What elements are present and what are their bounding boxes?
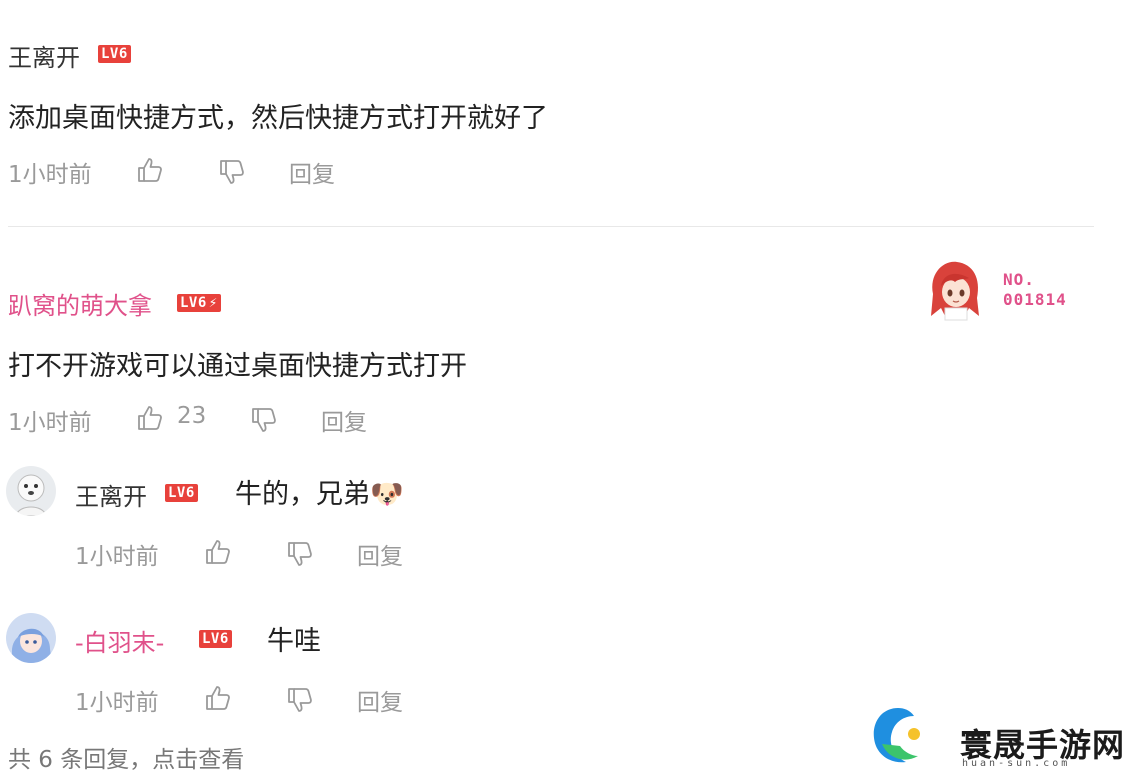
reply-time: 1小时前 <box>75 544 159 570</box>
reply-content: 牛哇 <box>267 626 321 657</box>
anime-character-avatar <box>925 258 985 322</box>
like-icon[interactable] <box>136 403 166 433</box>
reply-username[interactable]: -白羽末- <box>75 623 164 658</box>
watermark: 寰晟手游网 huan-sun.com <box>862 684 1124 774</box>
comment-username[interactable]: 趴窝的萌大拿 <box>8 286 152 321</box>
reply-text: 牛的，兄弟 <box>235 479 370 510</box>
level-badge-text: LV6 <box>98 45 131 63</box>
like-icon[interactable] <box>204 683 234 713</box>
level-badge: LV6 <box>165 482 198 502</box>
level-badge: LV6 <box>199 628 232 648</box>
card-number: 001814 <box>1003 290 1067 309</box>
level-badge: LV6 ⚡ <box>177 292 221 312</box>
like-icon[interactable] <box>204 537 234 567</box>
dislike-icon[interactable] <box>250 405 280 435</box>
comment-content: 打不开游戏可以通过桌面快捷方式打开 <box>8 351 467 382</box>
comment-time: 1小时前 <box>8 410 92 436</box>
dislike-icon[interactable] <box>286 685 316 715</box>
doge-emoji-icon: 🐶 <box>370 479 404 510</box>
reply-time: 1小时前 <box>75 690 159 716</box>
level-badge-text: LV6 <box>180 295 207 311</box>
reply-button[interactable]: 回复 <box>321 403 367 437</box>
reply-content: 牛的，兄弟🐶 <box>235 472 404 511</box>
comment-username[interactable]: 王离开 <box>8 38 80 73</box>
card-number-label: NO. <box>1003 270 1035 289</box>
like-count: 23 <box>177 403 207 429</box>
reply-button[interactable]: 回复 <box>289 155 335 189</box>
reply-button[interactable]: 回复 <box>357 537 403 571</box>
comment-time: 1小时前 <box>8 162 92 188</box>
like-icon[interactable] <box>136 155 166 185</box>
reply-username[interactable]: 王离开 <box>75 477 147 512</box>
dislike-icon[interactable] <box>218 157 248 187</box>
comment-divider <box>8 226 1094 227</box>
level-badge-text: LV6 <box>165 484 198 502</box>
watermark-logo-icon <box>868 704 928 768</box>
comment-content: 添加桌面快捷方式，然后快捷方式打开就好了 <box>8 103 548 134</box>
reply-button[interactable]: 回复 <box>357 683 403 717</box>
dislike-icon[interactable] <box>286 539 316 569</box>
level-badge-text: LV6 <box>199 630 232 648</box>
avatar[interactable] <box>6 466 56 516</box>
watermark-url: huan-sun.com <box>962 758 1071 769</box>
view-more-replies-link[interactable]: 共 6 条回复，点击查看 <box>8 740 244 774</box>
level-badge: LV6 <box>98 43 131 63</box>
avatar[interactable] <box>6 613 56 663</box>
lightning-icon: ⚡ <box>208 295 218 311</box>
